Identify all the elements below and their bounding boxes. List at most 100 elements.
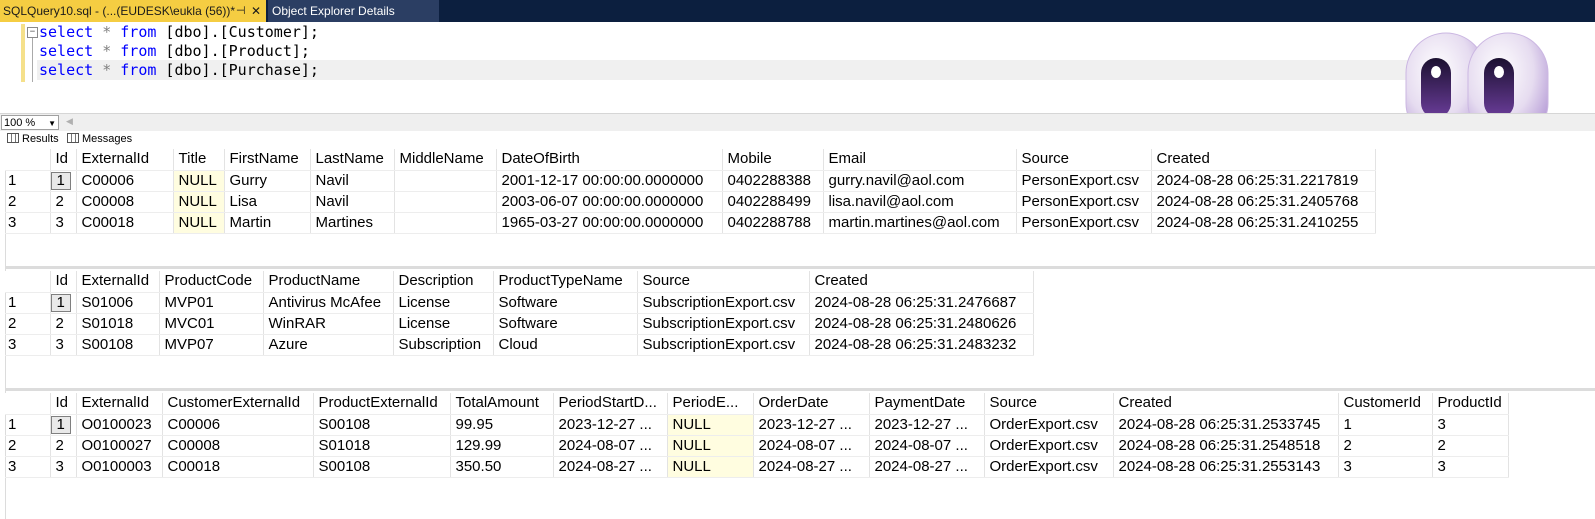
table-cell[interactable]: 1 xyxy=(50,292,77,314)
column-header[interactable]: Email xyxy=(823,149,1017,171)
table-cell[interactable]: 2024-08-28 06:25:31.2553143 xyxy=(1113,456,1339,478)
table-cell[interactable]: NULL xyxy=(173,170,225,192)
column-header[interactable]: ExternalId xyxy=(76,149,174,171)
collapse-icon[interactable]: − xyxy=(27,27,38,38)
table-cell[interactable]: License xyxy=(393,292,494,314)
table-row[interactable]: 2 2 S01018 MVC01 WinRAR License Software Subscr… xyxy=(5,313,1034,335)
table-row[interactable]: 2 2 O0100027 C00008 S01018 129.99 2024-08-07 .… xyxy=(5,435,1509,457)
table-cell[interactable]: PersonExport.csv xyxy=(1016,170,1152,192)
table-cell[interactable]: SubscriptionExport.csv xyxy=(637,334,810,356)
table-cell[interactable]: NULL xyxy=(667,414,754,436)
table-cell[interactable]: C00006 xyxy=(162,414,314,436)
table-row[interactable]: 1 1 C00006 NULL Gurry Navil 2001-12-17 00:00:0… xyxy=(5,170,1376,192)
column-header[interactable]: Source xyxy=(637,271,810,293)
table-cell[interactable] xyxy=(394,191,497,213)
table-cell[interactable]: Martin xyxy=(224,212,311,234)
table-cell[interactable]: 2024-08-28 06:25:31.2476687 xyxy=(809,292,1034,314)
tab-object-explorer-details[interactable]: Object Explorer Details xyxy=(268,0,439,22)
column-header[interactable]: OrderDate xyxy=(753,393,870,415)
row-number[interactable]: 3 xyxy=(5,212,51,234)
table-cell[interactable]: MVP01 xyxy=(159,292,264,314)
row-header-corner[interactable] xyxy=(5,271,51,293)
grid-splitter[interactable] xyxy=(5,388,1595,391)
column-header[interactable]: ProductCode xyxy=(159,271,264,293)
table-cell[interactable]: 2 xyxy=(1432,435,1509,457)
table-cell[interactable]: C00008 xyxy=(162,435,314,457)
column-header[interactable]: Created xyxy=(1151,149,1376,171)
table-cell[interactable]: S00108 xyxy=(313,456,451,478)
table-cell[interactable]: Antivirus McAfee xyxy=(263,292,394,314)
table-cell[interactable]: 0402288499 xyxy=(722,191,824,213)
table-cell[interactable]: Software xyxy=(493,292,638,314)
code-line-1[interactable]: select * from [dbo].[Customer]; xyxy=(39,22,319,42)
code-line-3[interactable]: select * from [dbo].[Purchase]; xyxy=(37,60,1429,80)
table-cell[interactable]: 2 xyxy=(50,435,77,457)
table-row[interactable]: 1 1 S01006 MVP01 Antivirus McAfee License Soft… xyxy=(5,292,1034,314)
table-cell[interactable]: 2024-08-28 06:25:31.2480626 xyxy=(809,313,1034,335)
table-cell[interactable]: 2024-08-27 ... xyxy=(869,456,985,478)
row-number[interactable]: 2 xyxy=(5,313,51,335)
column-header[interactable]: PeriodE... xyxy=(667,393,754,415)
table-cell[interactable]: O0100027 xyxy=(76,435,163,457)
tab-results[interactable]: Results xyxy=(7,131,59,149)
zoom-select[interactable]: 100 % ▼ xyxy=(1,115,59,130)
table-cell[interactable]: 2024-08-28 06:25:31.2483232 xyxy=(809,334,1034,356)
table-cell[interactable]: NULL xyxy=(173,191,225,213)
customer-results-grid[interactable]: Id ExternalId Title FirstName LastName Middle… xyxy=(5,149,1376,234)
row-number[interactable]: 1 xyxy=(5,292,51,314)
table-cell[interactable]: 2 xyxy=(50,191,77,213)
column-header[interactable]: FirstName xyxy=(224,149,311,171)
table-cell[interactable]: 2 xyxy=(50,313,77,335)
column-header[interactable]: ProductId xyxy=(1432,393,1509,415)
table-row[interactable]: 2 2 C00008 NULL Lisa Navil 2003-06-07 00:00:00… xyxy=(5,191,1376,213)
table-cell[interactable]: 2024-08-07 ... xyxy=(753,435,870,457)
table-cell[interactable]: S00108 xyxy=(76,334,160,356)
table-cell[interactable]: 2024-08-07 ... xyxy=(553,435,668,457)
table-cell[interactable]: C00018 xyxy=(76,212,174,234)
table-cell[interactable]: MVP07 xyxy=(159,334,264,356)
table-cell[interactable]: 0402288788 xyxy=(722,212,824,234)
column-header[interactable]: CustomerExternalId xyxy=(162,393,314,415)
table-cell[interactable]: 2003-06-07 00:00:00.0000000 xyxy=(496,191,723,213)
product-results-grid[interactable]: Id ExternalId ProductCode ProductName Descri… xyxy=(5,271,1034,356)
table-cell[interactable]: lisa.navil@aol.com xyxy=(823,191,1017,213)
selected-cell[interactable]: 1 xyxy=(50,293,71,312)
column-header[interactable]: Created xyxy=(1113,393,1339,415)
column-header[interactable]: PaymentDate xyxy=(869,393,985,415)
table-cell[interactable]: O0100023 xyxy=(76,414,163,436)
table-cell[interactable]: Navil xyxy=(310,191,395,213)
table-cell[interactable]: Cloud xyxy=(493,334,638,356)
row-number[interactable]: 1 xyxy=(5,170,51,192)
table-cell[interactable]: NULL xyxy=(173,212,225,234)
column-header[interactable]: Source xyxy=(1016,149,1152,171)
column-header[interactable]: ProductTypeName xyxy=(493,271,638,293)
table-cell[interactable]: Software xyxy=(493,313,638,335)
table-cell[interactable]: Navil xyxy=(310,170,395,192)
column-header[interactable]: ProductExternalId xyxy=(313,393,451,415)
scroll-left-icon[interactable]: ◀ xyxy=(66,116,73,127)
table-cell[interactable]: S01018 xyxy=(313,435,451,457)
table-row[interactable]: 3 3 S00108 MVP07 Azure Subscription Cloud Subsc… xyxy=(5,334,1034,356)
table-cell[interactable]: 1965-03-27 00:00:00.0000000 xyxy=(496,212,723,234)
column-header[interactable]: DateOfBirth xyxy=(496,149,723,171)
table-cell[interactable]: 2024-08-07 ... xyxy=(869,435,985,457)
selected-cell[interactable]: 1 xyxy=(50,171,71,190)
column-header[interactable]: ProductName xyxy=(263,271,394,293)
table-cell[interactable]: 1 xyxy=(50,170,77,192)
table-cell[interactable]: PersonExport.csv xyxy=(1016,191,1152,213)
table-row[interactable]: 1 1 O0100023 C00006 S00108 99.95 2023-12-27 ..… xyxy=(5,414,1509,436)
table-cell[interactable]: 2024-08-27 ... xyxy=(553,456,668,478)
table-cell[interactable]: Subscription xyxy=(393,334,494,356)
grid-splitter[interactable] xyxy=(5,266,1595,269)
code-line-2[interactable]: select * from [dbo].[Product]; xyxy=(39,41,310,61)
column-header[interactable]: Id xyxy=(50,393,77,415)
table-row[interactable]: 3 3 O0100003 C00018 S00108 350.50 2024-08-27 .… xyxy=(5,456,1509,478)
table-cell[interactable]: WinRAR xyxy=(263,313,394,335)
table-cell[interactable]: 3 xyxy=(50,456,77,478)
table-cell[interactable]: 1 xyxy=(50,414,77,436)
column-header[interactable]: MiddleName xyxy=(394,149,497,171)
table-cell[interactable]: 3 xyxy=(50,334,77,356)
column-header[interactable]: LastName xyxy=(310,149,395,171)
query-editor[interactable]: − select * from [dbo].[Customer]; select… xyxy=(0,22,1595,114)
table-cell[interactable]: PersonExport.csv xyxy=(1016,212,1152,234)
